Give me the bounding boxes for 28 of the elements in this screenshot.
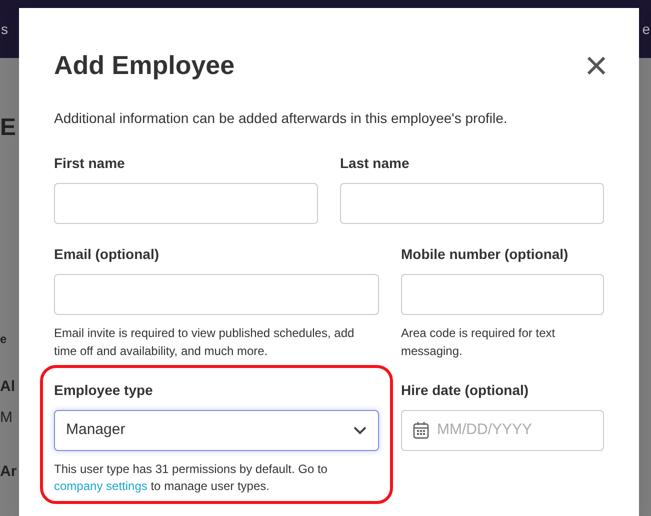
field-label: Employee type [54, 380, 154, 400]
background-text: E [0, 113, 18, 143]
background-text: e [0, 331, 8, 348]
input-field[interactable] [54, 183, 318, 224]
select-value: Manager [66, 420, 126, 440]
date-placeholder: MM/DD/YYYY [437, 420, 532, 440]
help-text: Email invite is required to view published schedules, add time off and availability, and much more. [54, 325, 356, 360]
field-label: Last name [340, 154, 410, 174]
chevron-down-icon [353, 426, 367, 435]
input-field[interactable] [401, 274, 604, 316]
background-text: Ar [0, 462, 18, 482]
calendar-icon [413, 421, 429, 440]
nav-link[interactable]: s [1, 18, 8, 40]
field-label: Email (optional) [54, 245, 160, 264]
modal-title: Add Employee [54, 50, 235, 82]
input-field[interactable] [54, 274, 379, 316]
input-field[interactable] [340, 183, 604, 224]
help-text: Area code is required for text messaging. [401, 325, 556, 360]
field-label: Hire date (optional) [401, 380, 530, 400]
select-field[interactable]: Manager [54, 410, 379, 451]
background-text: Al [0, 377, 16, 397]
field-label: First name [54, 154, 126, 174]
help-text: This user type has 31 permissions by default. Go to company settings to manage user types. [54, 460, 328, 496]
close-button[interactable]: × [584, 50, 608, 81]
field-label: Mobile number (optional) [401, 245, 570, 264]
nav-link[interactable]: e [642, 18, 650, 40]
background-text: M [0, 408, 14, 428]
intro-text: Additional information can be added afterwards in this employee's profile. [54, 109, 508, 128]
